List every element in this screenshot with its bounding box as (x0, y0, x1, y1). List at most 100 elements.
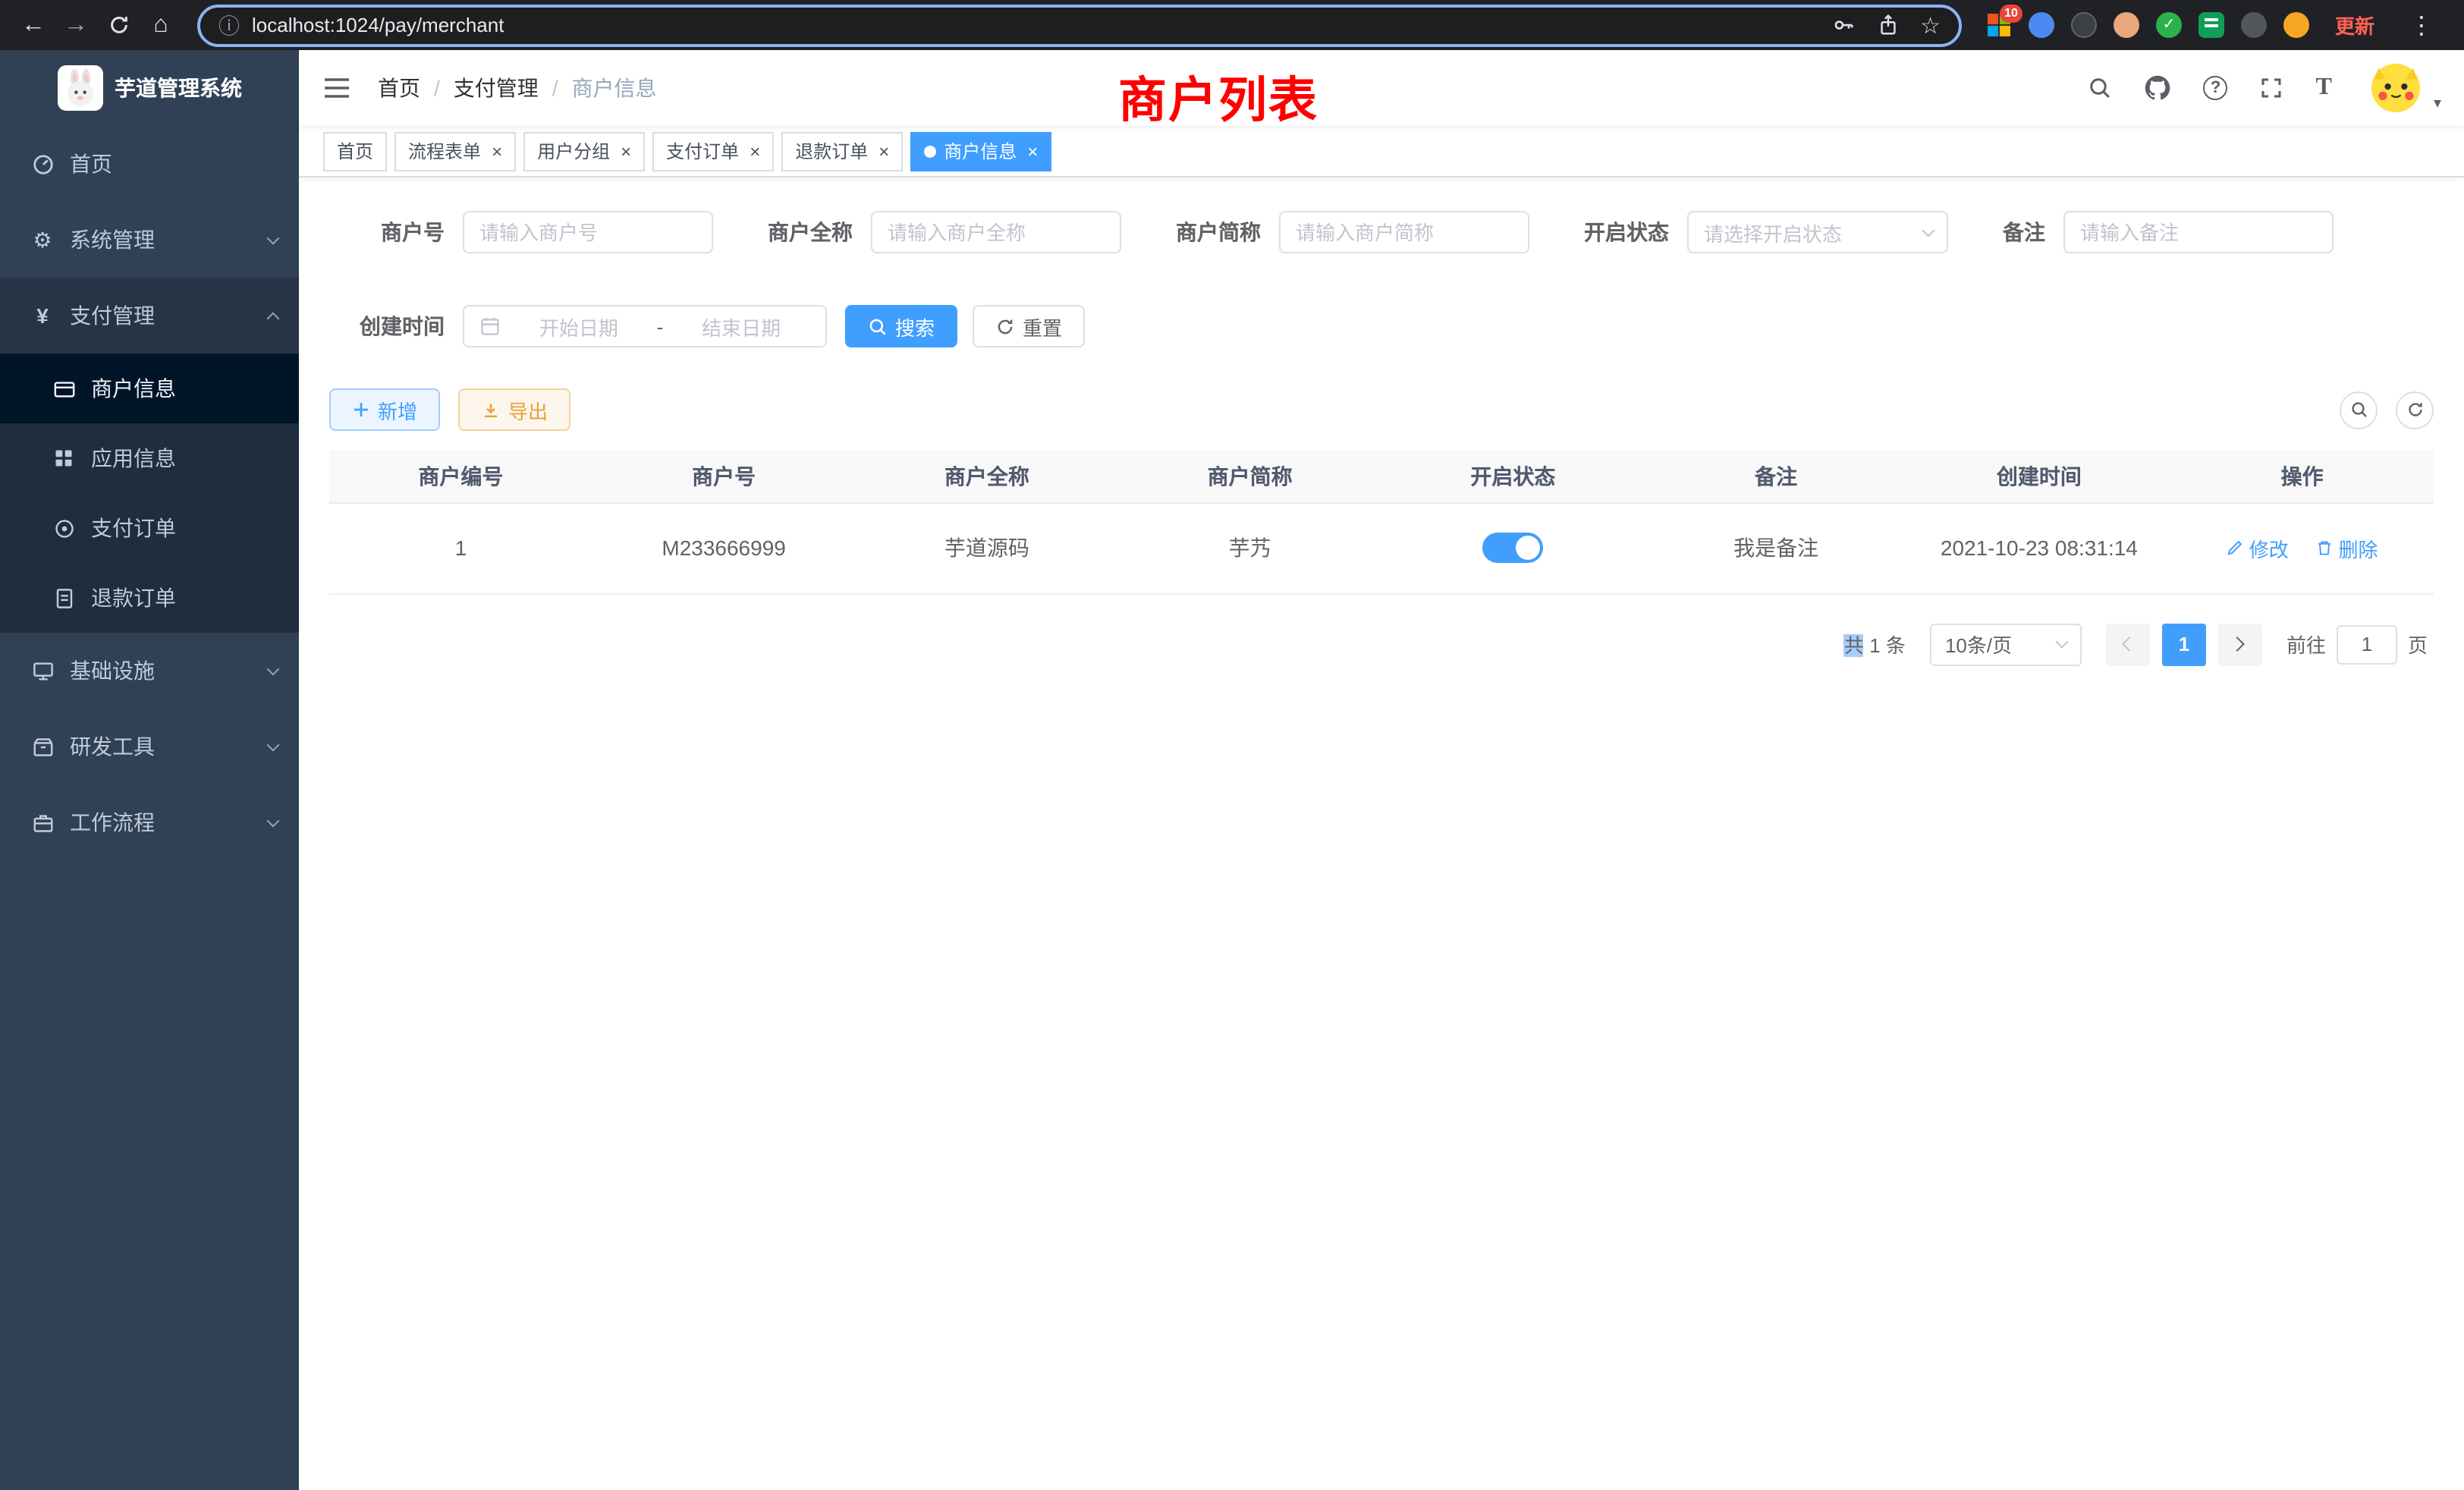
card-icon (52, 377, 76, 400)
add-button[interactable]: 新增 (329, 388, 440, 431)
col-remark: 备注 (1645, 451, 1908, 502)
sidebar-item-home[interactable]: 首页 (0, 126, 299, 202)
close-icon[interactable]: × (878, 142, 889, 160)
site-info-icon[interactable]: ⓘ (218, 10, 240, 40)
github-icon[interactable] (2145, 74, 2172, 102)
sidebar-item-label: 研发工具 (70, 731, 155, 762)
browser-menu-button[interactable]: ⋮ (2400, 4, 2443, 46)
sidebar-item-infra[interactable]: 基础设施 (0, 633, 299, 709)
sidebar-item-system[interactable]: ⚙ 系统管理 (0, 202, 299, 278)
refresh-table-button[interactable] (2396, 391, 2434, 429)
sidebar-item-merchant-info[interactable]: 商户信息 (0, 354, 299, 423)
close-icon[interactable]: × (621, 142, 631, 160)
date-range-picker[interactable]: 开始日期 - 结束日期 (463, 305, 827, 347)
breadcrumb-separator: / (434, 76, 440, 100)
remark-input[interactable] (2063, 211, 2334, 253)
sidebar-item-app-info[interactable]: 应用信息 (0, 423, 299, 493)
extension-drop-icon[interactable] (2029, 12, 2054, 38)
search-icon[interactable] (2088, 76, 2113, 100)
sidebar-item-devtools[interactable]: 研发工具 (0, 709, 299, 784)
extension-emoji-icon[interactable] (2283, 12, 2309, 38)
sidebar-item-pay[interactable]: ¥ 支付管理 (0, 278, 299, 354)
sidebar-item-label: 支付订单 (91, 513, 176, 543)
tag-pay-order[interactable]: 支付订单 × (652, 131, 774, 171)
screenshot-root: ← → ⌂ ⓘ localhost:1024/pay/merchant ☆ 10 (0, 0, 2464, 1490)
tag-merchant-info[interactable]: 商户信息 × (910, 131, 1051, 171)
sidebar-item-label: 首页 (70, 149, 112, 179)
page-1-button[interactable]: 1 (2162, 623, 2206, 665)
tag-user-group[interactable]: 用户分组 × (523, 131, 645, 171)
breadcrumb-current: 商户信息 (572, 73, 657, 103)
url-text[interactable]: localhost:1024/pay/merchant (252, 14, 1832, 36)
bookmark-star-icon[interactable]: ☆ (1920, 11, 1941, 39)
calendar-icon (479, 316, 501, 337)
tag-process-form[interactable]: 流程表单 × (394, 131, 516, 171)
extension-grid-icon[interactable]: 10 (1986, 12, 2012, 38)
goto-page-input[interactable] (2337, 624, 2397, 664)
chevron-down-icon (267, 814, 280, 827)
user-avatar[interactable]: ▾ (2370, 62, 2422, 114)
show-search-button[interactable] (2340, 391, 2378, 429)
chevron-right-icon (2230, 637, 2246, 652)
address-bar[interactable]: ⓘ localhost:1024/pay/merchant ☆ (197, 4, 1962, 46)
table-row: 1 M233666999 芋道源码 芋艿 我是备注 2021-10-23 08:… (329, 502, 2434, 593)
sidebar-item-label: 工作流程 (70, 807, 155, 838)
extension-avatar-icon[interactable] (2114, 12, 2139, 38)
refresh-icon (2406, 401, 2424, 419)
tag-home[interactable]: 首页 (323, 131, 387, 171)
close-icon[interactable]: × (750, 142, 760, 160)
extension-check-icon[interactable]: ✓ (2156, 12, 2182, 38)
browser-forward-button[interactable]: → (55, 4, 97, 46)
filter-full-name: 商户全称 (768, 211, 1121, 253)
breadcrumb-section[interactable]: 支付管理 (454, 73, 539, 103)
status-toggle[interactable] (1482, 533, 1543, 563)
tag-refund-order[interactable]: 退款订单 × (781, 131, 903, 171)
extension-notes-icon[interactable] (2198, 12, 2224, 38)
sidebar-toggle-button[interactable] (323, 76, 350, 100)
sidebar-menu: 首页 ⚙ 系统管理 ¥ 支付管理 商户信息 (0, 126, 299, 860)
close-icon[interactable]: × (1027, 142, 1038, 160)
filter-label: 开启状态 (1584, 217, 1687, 247)
browser-update-button[interactable]: 更新 (2335, 11, 2374, 39)
browser-back-button[interactable]: ← (12, 4, 55, 46)
app-logo[interactable]: 芋道管理系统 (0, 50, 299, 126)
status-select[interactable]: 请选择开启状态 (1687, 211, 1948, 253)
close-icon[interactable]: × (492, 142, 502, 160)
search-button[interactable]: 搜索 (845, 305, 957, 347)
chevron-down-icon (267, 231, 280, 244)
extension-dark-icon[interactable] (2071, 12, 2097, 38)
sidebar-item-pay-order[interactable]: 支付订单 (0, 493, 299, 563)
edit-button[interactable]: 修改 (2227, 533, 2289, 562)
short-name-input[interactable] (1279, 211, 1529, 253)
sidebar: 芋道管理系统 首页 ⚙ 系统管理 ¥ 支付管理 (0, 50, 299, 1490)
col-merchant-id: 商户编号 (329, 451, 592, 502)
page-size-select[interactable]: 10条/页 (1930, 623, 2082, 665)
delete-button[interactable]: 删除 (2316, 533, 2378, 562)
sidebar-item-refund-order[interactable]: 退款订单 (0, 563, 299, 633)
export-button[interactable]: 导出 (458, 388, 570, 431)
end-date-placeholder: 结束日期 (672, 312, 810, 341)
sidebar-item-workflow[interactable]: 工作流程 (0, 784, 299, 860)
avatar-dropdown-caret-icon: ▾ (2434, 96, 2441, 112)
breadcrumb-home[interactable]: 首页 (378, 73, 420, 103)
col-merchant-no: 商户号 (592, 451, 856, 502)
browser-home-button[interactable]: ⌂ (140, 4, 182, 46)
font-size-icon[interactable]: T (2316, 74, 2332, 102)
browser-reload-button[interactable] (97, 4, 140, 46)
fullscreen-icon[interactable] (2260, 76, 2284, 100)
share-icon[interactable] (1876, 14, 1899, 36)
next-page-button[interactable] (2218, 623, 2262, 665)
record-circle-icon (52, 517, 76, 539)
col-status: 开启状态 (1381, 451, 1645, 502)
logo-rabbit-icon (57, 65, 102, 111)
full-name-input[interactable] (871, 211, 1121, 253)
extension-knot-icon[interactable] (2241, 12, 2267, 38)
reset-button[interactable]: 重置 (973, 305, 1085, 347)
password-key-icon[interactable] (1832, 14, 1855, 36)
filter-merchant-no: 商户号 (329, 211, 713, 253)
merchant-no-input[interactable] (463, 211, 713, 253)
chevron-down-icon (1922, 224, 1935, 237)
pikachu-avatar-icon (2370, 62, 2422, 114)
help-icon[interactable]: ? (2204, 76, 2228, 100)
prev-page-button[interactable] (2106, 623, 2150, 665)
